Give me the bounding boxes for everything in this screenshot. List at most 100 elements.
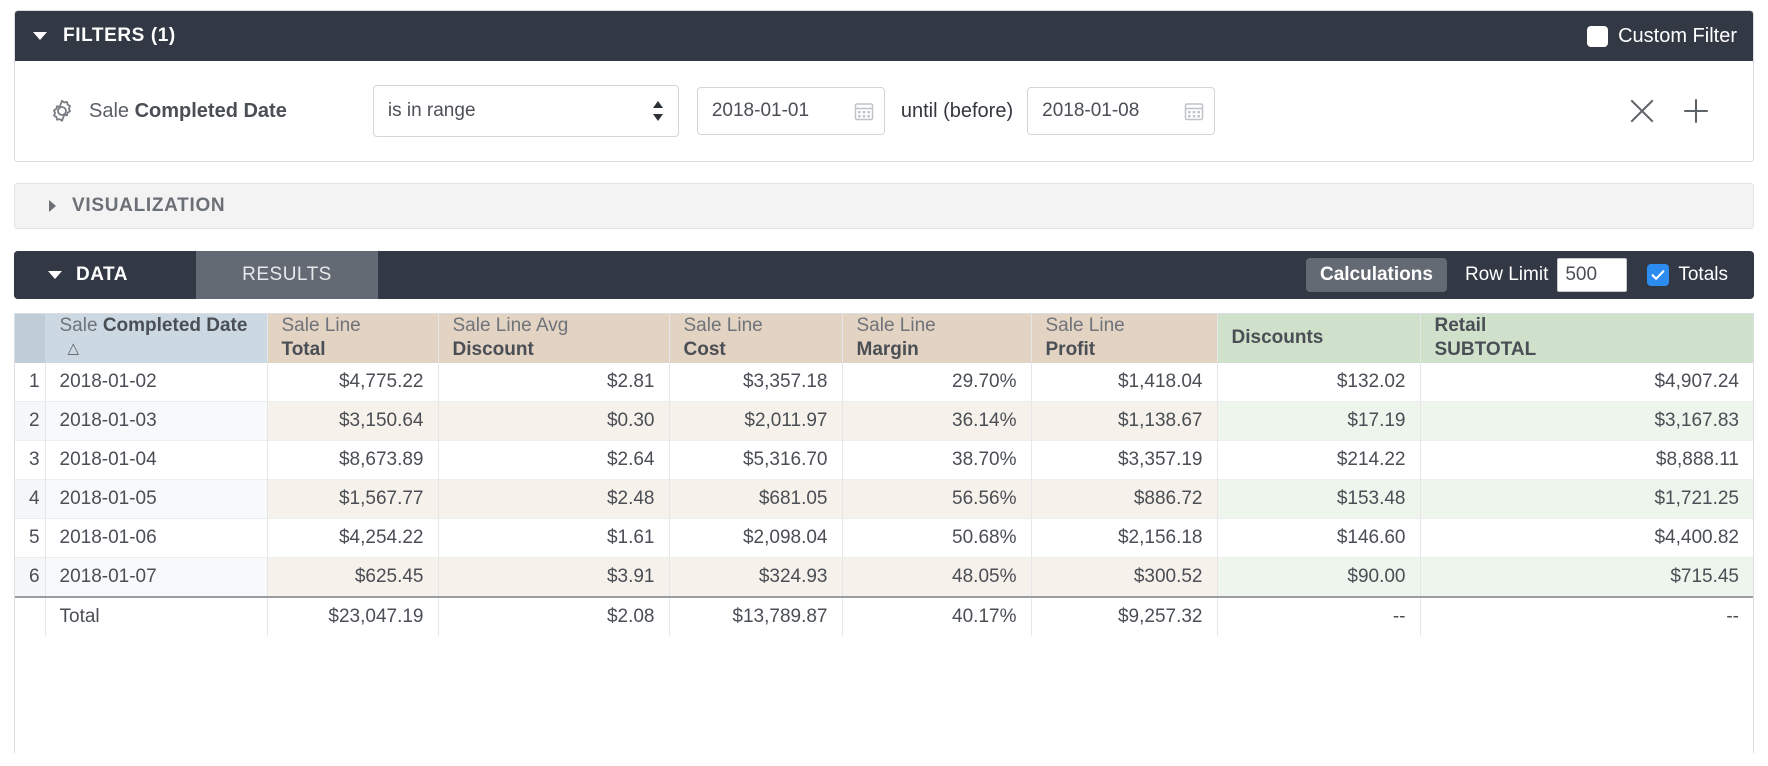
check-icon — [1651, 270, 1665, 280]
row-limit-label: Row Limit — [1464, 264, 1549, 285]
cell-sale-completed-date: 2018-01-04 — [45, 440, 268, 480]
chevron-updown-icon[interactable] — [652, 100, 664, 122]
cell-discounts: $90.00 — [1217, 557, 1421, 597]
table-row[interactable]: 4 2018-01-05 $1,567.77 $2.48 $681.05 56.… — [15, 479, 1753, 519]
filter-operator-value: is in range — [387, 100, 476, 121]
caret-down-icon[interactable] — [33, 32, 47, 40]
table-header-row: Sale Completed Date △ Sale Line Total Sale… — [15, 314, 1753, 363]
data-section-header: DATA RESULTS Calculations Row Limit 500 … — [14, 251, 1754, 299]
calculations-button[interactable]: Calculations — [1305, 258, 1447, 292]
column-header-line1: Sale Line — [683, 315, 763, 336]
cell-sale-line-avg-discount: $2.64 — [438, 440, 670, 480]
caret-down-icon[interactable] — [48, 271, 62, 279]
filters-header[interactable]: FILTERS (1) Custom Filter — [15, 11, 1753, 61]
cell-sale-line-margin: 36.14% — [842, 401, 1032, 441]
sort-asc-icon[interactable]: △ — [68, 339, 80, 358]
cell-sale-line-cost: $681.05 — [669, 479, 843, 519]
column-header-retail-subtotal[interactable]: Retail SUBTOTAL — [1420, 314, 1753, 363]
filter-until-label: until (before) — [900, 99, 1014, 122]
gear-icon[interactable] — [49, 98, 75, 124]
row-number-header — [15, 314, 46, 363]
filter-date-to-value: 2018-01-08 — [1042, 100, 1140, 121]
filters-panel: FILTERS (1) Custom Filter Sale Completed… — [14, 10, 1754, 162]
cell-sale-line-cost: $5,316.70 — [669, 440, 843, 480]
cell-sale-line-margin: 50.68% — [842, 518, 1032, 558]
cell-discounts: $153.48 — [1217, 479, 1421, 519]
query-builder-page: FILTERS (1) Custom Filter Sale Completed… — [0, 0, 1768, 766]
cell-discounts: $214.22 — [1217, 440, 1421, 480]
cell-sale-completed-date: 2018-01-03 — [45, 401, 268, 441]
filter-date-from[interactable]: 2018-01-01 — [696, 87, 885, 135]
column-header-sale-line-margin[interactable]: Sale Line Margin — [842, 314, 1032, 363]
cell-sale-line-total: $4,775.22 — [267, 362, 439, 402]
cell-sale-completed-date: 2018-01-02 — [45, 362, 268, 402]
cell-retail-subtotal: $715.45 — [1420, 557, 1753, 597]
close-icon[interactable] — [1627, 96, 1657, 126]
table-row[interactable]: 5 2018-01-06 $4,254.22 $1.61 $2,098.04 5… — [15, 518, 1753, 558]
visualization-section-header[interactable]: VISUALIZATION — [14, 183, 1754, 229]
totals-checkbox[interactable] — [1647, 264, 1670, 286]
cell-discounts: $132.02 — [1217, 362, 1421, 402]
tab-results[interactable]: RESULTS — [196, 251, 378, 299]
table-body: 1 2018-01-02 $4,775.22 $2.81 $3,357.18 2… — [15, 362, 1753, 597]
custom-filter-toggle[interactable]: Custom Filter — [1587, 25, 1737, 48]
column-header-discounts[interactable]: Discounts — [1217, 314, 1421, 363]
cell-sale-line-profit: $1,138.67 — [1031, 401, 1218, 441]
table-row[interactable]: 2 2018-01-03 $3,150.64 $0.30 $2,011.97 3… — [15, 401, 1753, 441]
total-row: Total $23,047.19 $2.08 $13,789.87 40.17%… — [15, 595, 1753, 636]
column-header-line2: Discount — [452, 339, 534, 361]
cell-retail-subtotal: $4,400.82 — [1420, 518, 1753, 558]
cell-sale-line-total: $625.45 — [267, 557, 439, 597]
table-row[interactable]: 6 2018-01-07 $625.45 $3.91 $324.93 48.05… — [15, 557, 1753, 597]
table-row[interactable]: 3 2018-01-04 $8,673.89 $2.64 $5,316.70 3… — [15, 440, 1753, 480]
column-header-sale-line-cost[interactable]: Sale Line Cost — [669, 314, 843, 363]
cell-sale-line-profit: $1,418.04 — [1031, 362, 1218, 402]
total-sale-line-total: $23,047.19 — [267, 595, 439, 636]
cell-sale-line-profit: $2,156.18 — [1031, 518, 1218, 558]
column-header-line2: SUBTOTAL — [1434, 339, 1537, 361]
column-header-sale-line-profit[interactable]: Sale Line Profit — [1031, 314, 1218, 363]
total-retail-subtotal: -- — [1420, 595, 1753, 636]
cell-discounts: $146.60 — [1217, 518, 1421, 558]
column-header-sale-line-total[interactable]: Sale Line Total — [267, 314, 439, 363]
cell-sale-line-avg-discount: $1.61 — [438, 518, 670, 558]
total-sale-line-avg-discount: $2.08 — [438, 595, 670, 636]
calendar-icon[interactable] — [854, 101, 874, 121]
tab-data[interactable]: DATA — [14, 251, 196, 299]
column-header-line2: Total — [281, 339, 326, 361]
totals-toggle[interactable]: Totals — [1647, 264, 1728, 286]
filter-operator-select[interactable]: is in range — [372, 85, 679, 137]
row-number: 6 — [15, 557, 46, 597]
cell-sale-line-avg-discount: $2.81 — [438, 362, 670, 402]
calendar-icon[interactable] — [1184, 101, 1204, 121]
caret-right-icon[interactable] — [49, 200, 56, 212]
cell-retail-subtotal: $4,907.24 — [1420, 362, 1753, 402]
row-number: 5 — [15, 518, 46, 558]
results-table-wrapper: Sale Completed Date △ Sale Line Total Sale… — [14, 313, 1754, 753]
table-row[interactable]: 1 2018-01-02 $4,775.22 $2.81 $3,357.18 2… — [15, 362, 1753, 402]
row-number: 3 — [15, 440, 46, 480]
filter-date-from-value: 2018-01-01 — [711, 100, 810, 121]
cell-sale-line-cost: $3,357.18 — [669, 362, 843, 402]
data-bar-controls: Calculations Row Limit 500 Totals — [1305, 258, 1754, 292]
row-number: 2 — [15, 401, 46, 441]
results-table: Sale Completed Date △ Sale Line Total Sale… — [15, 314, 1753, 636]
visualization-title: VISUALIZATION — [72, 195, 226, 216]
cell-retail-subtotal: $1,721.25 — [1420, 479, 1753, 519]
custom-filter-checkbox[interactable] — [1587, 25, 1609, 47]
tab-data-label: DATA — [76, 264, 128, 285]
filter-row: Sale Completed Date is in range 2018-01-… — [15, 61, 1753, 161]
row-limit-input[interactable]: 500 — [1557, 258, 1628, 292]
cell-sale-line-total: $1,567.77 — [267, 479, 439, 519]
column-header-line2: Margin — [856, 339, 919, 361]
column-header-line2: Cost — [683, 339, 726, 361]
filter-date-to[interactable]: 2018-01-08 — [1027, 87, 1216, 135]
total-row-label: Total — [45, 595, 268, 636]
column-header-sale-completed-date[interactable]: Sale Completed Date △ — [45, 314, 268, 363]
plus-icon[interactable] — [1681, 96, 1711, 126]
column-header-sale-line-avg-discount[interactable]: Sale Line Avg Discount — [438, 314, 670, 363]
column-header-line1: Retail — [1434, 315, 1487, 336]
cell-sale-completed-date: 2018-01-07 — [45, 557, 268, 597]
cell-sale-line-cost: $2,098.04 — [669, 518, 843, 558]
cell-retail-subtotal: $8,888.11 — [1420, 440, 1753, 480]
